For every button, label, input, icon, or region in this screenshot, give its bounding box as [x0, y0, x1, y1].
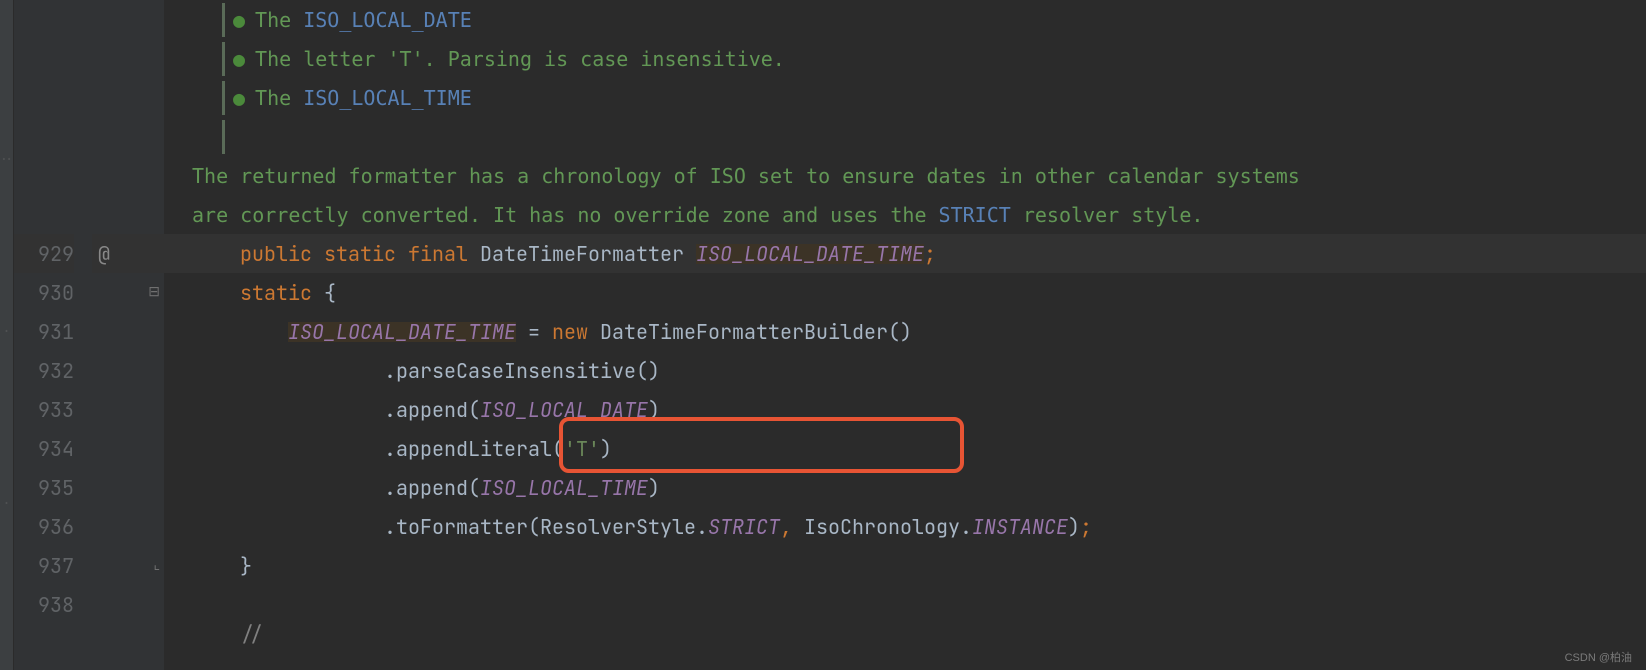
doc-bullet-line: ● The ISO_LOCAL_TIME	[164, 78, 1646, 117]
type-name: DateTimeFormatter	[480, 244, 684, 264]
annot-row	[92, 117, 164, 156]
annot-row	[92, 585, 164, 624]
gutter-line[interactable]: 933	[14, 390, 74, 429]
gutter-line[interactable]: 934	[14, 429, 74, 468]
doc-text: resolver style.	[1011, 203, 1204, 227]
gutter-line	[14, 195, 74, 234]
doc-paragraph-line: are correctly converted. It has no overr…	[164, 195, 1646, 234]
doc-bullet-line: ● The ISO_LOCAL_DATE	[164, 0, 1646, 39]
code-line[interactable]: .appendLiteral('T')	[164, 429, 1646, 468]
gutter-line	[14, 624, 74, 663]
watermark-text: CSDN @柏油	[1565, 653, 1632, 664]
semicolon: ;	[924, 244, 936, 264]
toolstrip-glyph: ..	[0, 150, 14, 162]
constructor-name: DateTimeFormatterBuilder	[600, 322, 888, 342]
gutter-line	[14, 39, 74, 78]
gutter-line[interactable]: 930	[14, 273, 74, 312]
gutter-line	[14, 156, 74, 195]
doc-text: The returned formatter has a chronology …	[192, 164, 1300, 188]
bullet-icon: ●	[233, 8, 245, 32]
class-name: ResolverStyle	[540, 517, 696, 537]
gutter-line[interactable]: 929	[14, 234, 74, 273]
gutter-line[interactable]: 938	[14, 585, 74, 624]
gutter-line	[14, 0, 74, 39]
method-name: appendLiteral	[396, 439, 552, 459]
annot-row	[92, 390, 164, 429]
method-name: append	[396, 400, 468, 420]
gutter-line[interactable]: 936	[14, 507, 74, 546]
annot-row	[92, 351, 164, 390]
code-line[interactable]: static {	[164, 273, 1646, 312]
gutter-line	[14, 78, 74, 117]
doc-text: The	[255, 8, 303, 32]
class-name: IsoChronology	[804, 517, 960, 537]
gutter-line[interactable]: 932	[14, 351, 74, 390]
keyword: final	[408, 244, 468, 264]
annot-row	[92, 624, 164, 663]
annotation-column: @ ⊟ ⌞	[92, 0, 164, 670]
code-line[interactable]: //	[164, 624, 1646, 644]
annot-row	[92, 312, 164, 351]
editor-root: .. . . 929 930 931 932 933 934 935 936 9…	[0, 0, 1646, 670]
annot-row	[92, 507, 164, 546]
code-line[interactable]	[164, 585, 1646, 624]
char-literal: 'T'	[564, 439, 600, 459]
annot-row	[92, 0, 164, 39]
code-line[interactable]: }	[164, 546, 1646, 585]
annot-row	[92, 156, 164, 195]
keyword: new	[552, 322, 588, 342]
doc-blank-line	[164, 117, 1646, 156]
comment: //	[240, 624, 264, 644]
field-name: ISO_LOCAL_DATE_TIME	[696, 244, 924, 264]
annot-row	[92, 39, 164, 78]
toolstrip-glyph: .	[3, 494, 10, 506]
gutter-line[interactable]: 935	[14, 468, 74, 507]
code-line[interactable]: ISO_LOCAL_DATE_TIME = new DateTimeFormat…	[164, 312, 1646, 351]
brace: }	[240, 556, 252, 576]
field-name: INSTANCE	[972, 517, 1068, 537]
gutter-line[interactable]: 937	[14, 546, 74, 585]
brace: {	[324, 283, 336, 303]
code-line[interactable]: public static final DateTimeFormatter IS…	[164, 234, 1646, 273]
code-area[interactable]: ● The ISO_LOCAL_DATE ● The letter 'T'. Par…	[164, 0, 1646, 670]
field-name: STRICT	[708, 517, 780, 537]
gutter-line	[14, 117, 74, 156]
method-name: append	[396, 478, 468, 498]
doc-link[interactable]: STRICT	[939, 203, 1011, 227]
annot-row	[92, 195, 164, 234]
annot-row	[92, 468, 164, 507]
code-line[interactable]: .append(ISO_LOCAL_TIME)	[164, 468, 1646, 507]
code-line[interactable]: .parseCaseInsensitive()	[164, 351, 1646, 390]
annot-row	[92, 78, 164, 117]
method-name: toFormatter	[396, 517, 528, 537]
bullet-icon: ●	[233, 86, 245, 110]
gutter-line[interactable]: 931	[14, 312, 74, 351]
method-name: parseCaseInsensitive	[396, 361, 636, 381]
fold-start-icon[interactable]: ⊟	[92, 273, 164, 312]
left-tool-strip[interactable]: .. . .	[0, 0, 14, 670]
code-line[interactable]: .toFormatter(ResolverStyle.STRICT, IsoCh…	[164, 507, 1646, 546]
doc-link[interactable]: ISO_LOCAL_DATE	[303, 8, 472, 32]
doc-link[interactable]: ISO_LOCAL_TIME	[303, 86, 472, 110]
annotation-at-icon[interactable]: @	[92, 234, 164, 273]
bullet-icon: ●	[233, 47, 245, 71]
keyword: public	[240, 244, 312, 264]
field-name: ISO_LOCAL_TIME	[480, 478, 648, 498]
gutter: 929 930 931 932 933 934 935 936 937 938	[14, 0, 92, 670]
toolstrip-glyph: .	[3, 322, 10, 334]
keyword: static	[324, 244, 396, 264]
annot-row	[92, 429, 164, 468]
field-name: ISO_LOCAL_DATE	[480, 400, 648, 420]
code-line[interactable]: .append(ISO_LOCAL_DATE)	[164, 390, 1646, 429]
doc-text: are correctly converted. It has no overr…	[192, 203, 939, 227]
doc-text: The letter 'T'. Parsing is case insensit…	[255, 47, 785, 71]
keyword: static	[240, 283, 312, 303]
fold-end-icon[interactable]: ⌞	[92, 546, 164, 585]
doc-text: The	[255, 86, 303, 110]
doc-paragraph-line: The returned formatter has a chronology …	[164, 156, 1646, 195]
doc-bullet-line: ● The letter 'T'. Parsing is case insensi…	[164, 39, 1646, 78]
field-name: ISO_LOCAL_DATE_TIME	[288, 322, 516, 342]
